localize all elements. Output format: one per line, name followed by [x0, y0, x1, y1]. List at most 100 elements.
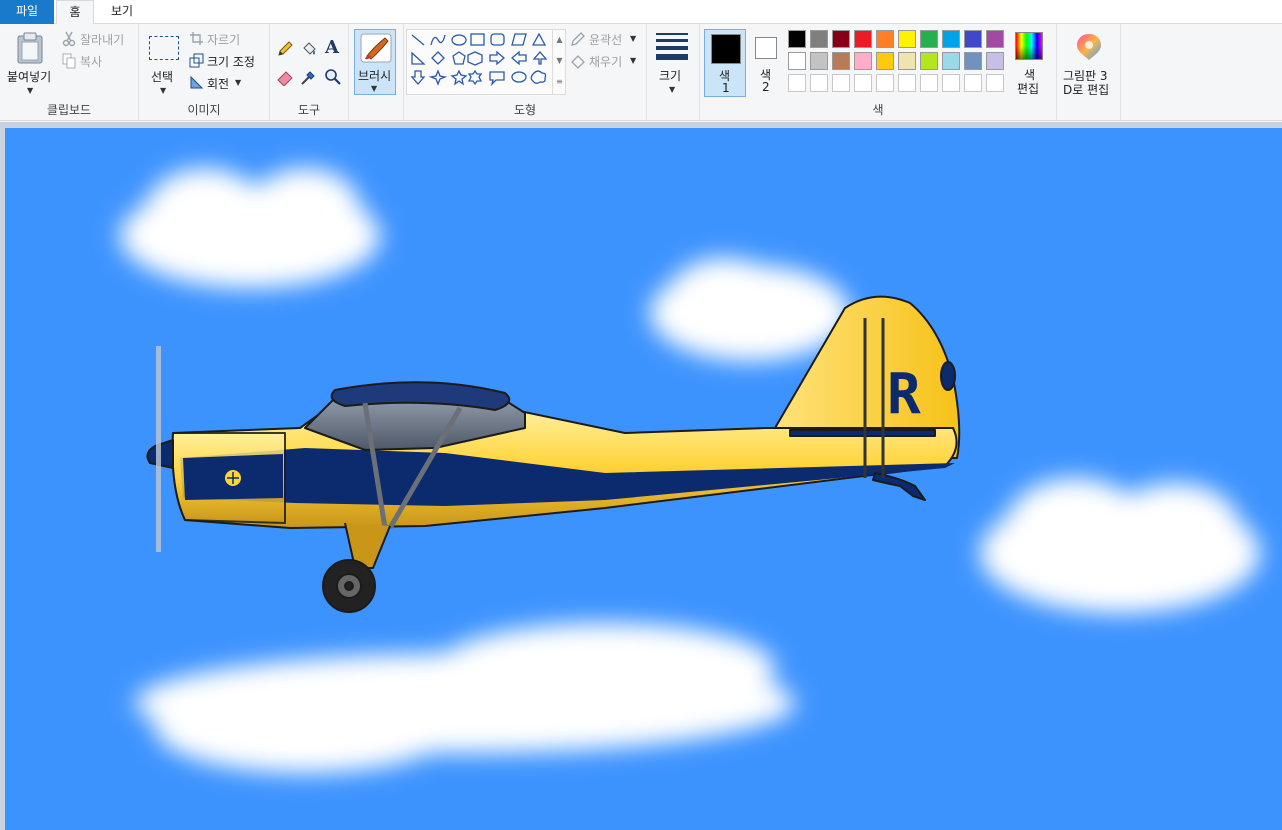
outline-label: 윤곽선	[589, 33, 623, 47]
cut-button[interactable]: 잘라내기	[60, 30, 136, 48]
crop-button[interactable]: 자르기	[187, 30, 267, 48]
shapes-gallery-icons[interactable]	[409, 31, 555, 95]
edit-colors-button[interactable]: 색 편집	[1010, 29, 1050, 97]
palette-swatch[interactable]	[942, 52, 960, 70]
palette-swatch[interactable]	[964, 52, 982, 70]
shapes-group: ▲ ▼ ≡ 윤곽선 ▼ 채우기 ▼ 도형	[404, 24, 647, 121]
palette-swatch[interactable]	[788, 30, 806, 48]
fill-dropdown-caret[interactable]: ▼	[630, 56, 636, 65]
size-dropdown-caret[interactable]: ▼	[669, 85, 675, 94]
pencil-icon[interactable]	[276, 40, 294, 58]
color1-swatch	[711, 34, 741, 64]
select-button[interactable]: 선택 ▼	[145, 30, 183, 98]
palette-swatch[interactable]	[964, 30, 982, 48]
colors-group: 색 1 색 2 색 편집 색	[700, 24, 1057, 121]
palette-swatch[interactable]	[832, 30, 850, 48]
rotate-icon	[190, 75, 204, 89]
palette-custom-slot[interactable]	[788, 74, 806, 92]
canvas-image: R	[120, 168, 1260, 773]
clipboard-group: 붙여넣기 ▼ 잘라내기 복사 클립보드	[0, 24, 139, 121]
palette-swatch[interactable]	[810, 52, 828, 70]
tools-group: A 도구	[270, 24, 349, 121]
paint-window: 파일 홈 보기 붙여넣기 ▼ 잘라내기 복사 클립보드 선택 ▼ 자르기 크기 …	[0, 0, 1282, 830]
palette-swatch[interactable]	[920, 30, 938, 48]
resize-button[interactable]: 크기 조정	[187, 52, 269, 70]
color-picker-icon[interactable]	[300, 68, 318, 86]
text-tool-icon[interactable]: A	[325, 37, 339, 58]
palette-swatch[interactable]	[942, 30, 960, 48]
palette-custom-slot[interactable]	[942, 74, 960, 92]
rotate-button[interactable]: 회전 ▼	[187, 74, 257, 92]
copy-button[interactable]: 복사	[60, 52, 136, 70]
palette-swatch[interactable]	[986, 30, 1004, 48]
fill-icon	[571, 55, 585, 69]
brush-group: 브러시 ▼	[349, 24, 404, 121]
ribbon-tabs: 파일 홈 보기	[0, 0, 1282, 25]
color2-button[interactable]: 색 2	[750, 29, 784, 97]
drawing-canvas[interactable]: R	[5, 128, 1282, 830]
tab-file[interactable]: 파일	[0, 0, 54, 24]
fill-bucket-icon[interactable]	[300, 40, 318, 58]
palette-custom-slot[interactable]	[898, 74, 916, 92]
brush-button[interactable]: 브러시 ▼	[354, 29, 396, 95]
palette-custom-slot[interactable]	[986, 74, 1004, 92]
shapes-scroll[interactable]: ▲ ▼ ≡	[552, 29, 566, 95]
size-label: 크기	[659, 69, 682, 83]
palette-swatch[interactable]	[854, 30, 872, 48]
color-spectrum-icon	[1015, 32, 1043, 60]
palette-custom-slot[interactable]	[832, 74, 850, 92]
palette-swatch[interactable]	[920, 52, 938, 70]
rotate-label: 회전	[207, 77, 230, 91]
cloud-top-left	[120, 168, 380, 288]
image-group: 선택 ▼ 자르기 크기 조정 회전 ▼ 이미지	[139, 24, 270, 121]
palette-swatch[interactable]	[788, 52, 806, 70]
rotate-dropdown-caret[interactable]: ▼	[235, 78, 241, 87]
shapes-group-label: 도형	[513, 103, 537, 117]
eraser-icon[interactable]	[276, 68, 294, 86]
size-group: 크기 ▼	[647, 24, 700, 121]
paste-dropdown-caret[interactable]: ▼	[27, 86, 33, 95]
select-label: 선택	[151, 70, 174, 84]
edit-with-paint3d-button[interactable]: 그림판 3 D로 편집	[1060, 29, 1118, 97]
color1-button[interactable]: 색 1	[704, 29, 746, 97]
palette-swatch[interactable]	[986, 52, 1004, 70]
palette-swatch[interactable]	[854, 52, 872, 70]
palette-custom-slot[interactable]	[964, 74, 982, 92]
image-group-label: 이미지	[187, 103, 221, 117]
palette-swatch[interactable]	[832, 52, 850, 70]
tools-group-label: 도구	[297, 103, 321, 117]
shapes-gallery	[406, 29, 566, 95]
outline-dropdown-caret[interactable]: ▼	[630, 34, 636, 43]
colors-group-label: 색	[872, 103, 884, 117]
palette-custom-slot[interactable]	[854, 74, 872, 92]
palette-custom-slot[interactable]	[876, 74, 894, 92]
airplane: R	[146, 295, 961, 613]
palette-custom-slot[interactable]	[810, 74, 828, 92]
paste-label: 붙여넣기	[7, 70, 52, 84]
palette-custom-slot[interactable]	[920, 74, 938, 92]
color2-number: 2	[762, 80, 770, 94]
color1-number: 1	[722, 81, 730, 95]
size-lines-icon	[656, 33, 688, 60]
size-button[interactable]: 크기 ▼	[652, 29, 694, 95]
tab-home[interactable]: 홈	[56, 0, 94, 25]
palette-swatch[interactable]	[810, 30, 828, 48]
outline-button[interactable]: 윤곽선 ▼	[570, 30, 646, 48]
palette-swatch[interactable]	[876, 52, 894, 70]
crop-label: 자르기	[207, 33, 241, 47]
resize-icon	[189, 53, 204, 68]
clipboard-group-label: 클립보드	[46, 103, 92, 117]
paste-button[interactable]: 붙여넣기 ▼	[4, 28, 56, 100]
tab-view[interactable]: 보기	[100, 0, 144, 24]
palette-swatch[interactable]	[898, 30, 916, 48]
palette-swatch[interactable]	[876, 30, 894, 48]
select-dropdown-caret[interactable]: ▼	[160, 86, 166, 95]
brush-dropdown-caret[interactable]: ▼	[371, 84, 377, 93]
magnifier-icon[interactable]	[324, 68, 342, 86]
fill-button[interactable]: 채우기 ▼	[570, 52, 646, 70]
scissors-icon	[62, 31, 76, 47]
edit-colors-label-2: 편집	[1017, 82, 1040, 96]
cloud-bottom	[135, 623, 795, 773]
paint3d-icon	[1077, 34, 1101, 60]
palette-swatch[interactable]	[898, 52, 916, 70]
